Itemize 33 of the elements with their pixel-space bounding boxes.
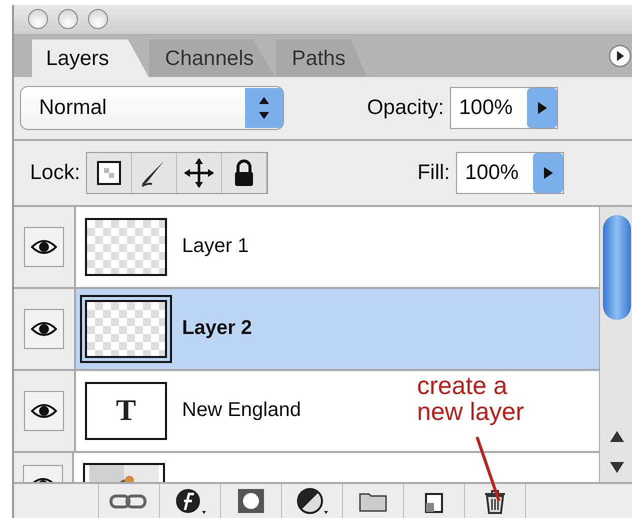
padlock-icon[interactable] bbox=[222, 153, 268, 194]
zoom-button[interactable] bbox=[88, 9, 108, 30]
eye-icon bbox=[31, 320, 57, 338]
layer-row[interactable]: Layer 2 bbox=[14, 288, 599, 371]
tab[interactable]: Layers bbox=[32, 39, 150, 78]
blend-mode-dropdown[interactable]: Normal bbox=[20, 86, 284, 130]
minimize-button[interactable] bbox=[58, 9, 78, 30]
brush-icon[interactable] bbox=[132, 153, 178, 194]
lock-transparency-icon[interactable] bbox=[87, 153, 132, 194]
lock-label: Lock: bbox=[30, 161, 80, 186]
scroll-thumb[interactable] bbox=[603, 214, 631, 320]
eye-icon bbox=[31, 238, 57, 256]
layer-name: Layer 1 bbox=[182, 235, 249, 258]
fill-field[interactable]: 100% bbox=[456, 152, 564, 194]
opacity-field[interactable]: 100% bbox=[450, 87, 558, 130]
text-layer-thumbnail: T bbox=[85, 382, 167, 440]
tab[interactable]: Channels bbox=[149, 39, 276, 78]
eye-icon bbox=[31, 402, 57, 420]
stepper-arrows-icon[interactable] bbox=[245, 88, 283, 128]
visibility-toggle[interactable] bbox=[24, 308, 64, 349]
opacity-label: Opacity: bbox=[366, 96, 444, 120]
visibility-toggle[interactable] bbox=[24, 226, 64, 267]
layer-name: New England bbox=[182, 399, 301, 422]
fill-label: Fill: bbox=[417, 161, 450, 186]
layer-row[interactable]: Layer 1 bbox=[14, 206, 599, 289]
visibility-toggle[interactable] bbox=[24, 390, 64, 431]
layer-name: Layer 2 bbox=[182, 317, 252, 340]
tab[interactable]: Paths bbox=[276, 39, 368, 78]
panel-menu-icon[interactable] bbox=[608, 44, 632, 68]
annotation-text: create a new layer bbox=[417, 373, 524, 425]
scrollbar[interactable] bbox=[599, 206, 632, 482]
close-button[interactable] bbox=[28, 9, 48, 30]
move-icon[interactable] bbox=[177, 153, 222, 194]
